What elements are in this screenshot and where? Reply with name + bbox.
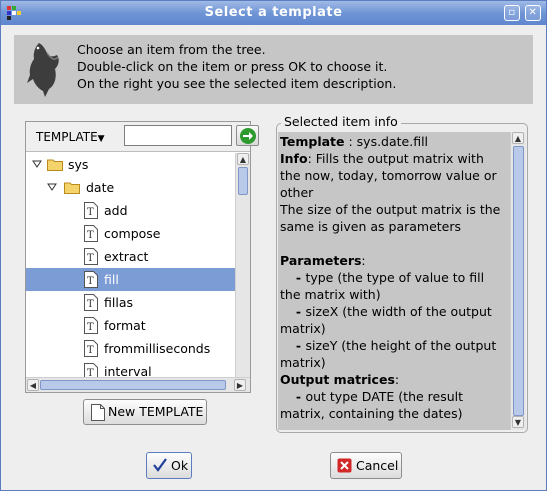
outputs-label: Output matrices: [280, 372, 395, 387]
scroll-thumb[interactable]: [238, 167, 248, 195]
template-tree: sys date T add T compose T extract T fil: [26, 153, 250, 378]
tree-item-label: add: [104, 203, 128, 218]
tree-item-frommilliseconds[interactable]: T frommilliseconds: [26, 337, 248, 360]
close-icon: ✕: [528, 7, 538, 18]
svg-text:T: T: [87, 322, 94, 333]
tree-item-compose[interactable]: T compose: [26, 222, 248, 245]
svg-text:T: T: [87, 230, 94, 241]
param-item: - type (the type of value to fill the ma…: [280, 270, 485, 302]
template-file-icon: T: [84, 202, 98, 219]
info-value: : Fills the output matrix with the now, …: [280, 151, 497, 200]
close-button[interactable]: ✕: [525, 5, 541, 21]
tree-item-fillas[interactable]: T fillas: [26, 291, 248, 314]
tree-item-label: sys: [68, 157, 89, 172]
window-title: Select a template: [204, 5, 343, 20]
instruction-line-3: On the right you see the selected item d…: [77, 76, 397, 91]
tree-vertical-scrollbar[interactable]: ▲: [235, 153, 250, 378]
scroll-down-icon[interactable]: ▼: [512, 416, 524, 428]
tree-item-format[interactable]: T format: [26, 314, 248, 337]
tree-item-add[interactable]: T add: [26, 199, 248, 222]
tree-toolbar: TEMPLATE▼: [26, 122, 259, 152]
expand-triangle-icon[interactable]: [32, 159, 42, 169]
tree-item-extract[interactable]: T extract: [26, 245, 248, 268]
param-item: - sizeY (the height of the output matrix…: [280, 338, 497, 370]
template-file-icon: T: [84, 248, 98, 265]
template-file-icon: T: [84, 294, 98, 311]
new-template-button[interactable]: New TEMPLATE: [83, 399, 207, 425]
bird-logo: [27, 43, 59, 97]
ok-button[interactable]: Ok: [146, 452, 192, 479]
ok-label: Ok: [171, 458, 189, 473]
template-type-dropdown[interactable]: TEMPLATE▼: [36, 127, 105, 147]
svg-text:T: T: [87, 345, 94, 356]
tree-item-label: format: [104, 318, 146, 333]
svg-text:T: T: [87, 276, 94, 287]
folder-icon: [47, 159, 63, 171]
size-note: The size of the output matrix is the sam…: [280, 202, 501, 234]
instruction-line-1: Choose an item from the tree.: [77, 42, 266, 57]
dialog-window: Select a template ▫ ✕ Choose an item fro…: [0, 0, 547, 491]
tree-item-sys[interactable]: sys: [26, 153, 248, 176]
new-template-label: New TEMPLATE: [108, 404, 204, 419]
template-file-icon: T: [84, 271, 98, 288]
tree-item-label: fillas: [104, 295, 133, 310]
cancel-button[interactable]: Cancel: [330, 452, 402, 479]
template-tree-panel: TEMPLATE▼ sys date T add T compose T ext…: [25, 121, 259, 393]
cancel-label: Cancel: [356, 458, 399, 473]
svg-text:T: T: [87, 299, 94, 310]
restore-icon: ▫: [508, 7, 516, 18]
svg-text:T: T: [87, 207, 94, 218]
tree-item-label: compose: [104, 226, 161, 241]
instructions-panel: Choose an item from the tree. Double-cli…: [14, 35, 533, 104]
tree-item-fill[interactable]: T fill: [26, 268, 248, 291]
go-button[interactable]: [236, 125, 259, 146]
tree-horizontal-scrollbar[interactable]: ◀ ▶: [26, 377, 250, 392]
instruction-line-2: Double-click on the item or press OK to …: [77, 59, 388, 74]
template-file-icon: T: [84, 340, 98, 357]
tree-item-date[interactable]: date: [26, 176, 248, 199]
dropdown-label: TEMPLATE: [36, 130, 98, 144]
arrow-right-icon: [240, 128, 256, 144]
restore-button[interactable]: ▫: [504, 5, 520, 21]
scroll-thumb[interactable]: [40, 380, 226, 390]
scroll-thumb[interactable]: [513, 146, 524, 416]
chevron-down-icon: ▼: [97, 134, 105, 144]
tree-item-label: extract: [104, 249, 149, 264]
new-document-icon: [91, 404, 105, 421]
output-item: - out type DATE (the result matrix, cont…: [280, 389, 464, 421]
scroll-right-icon[interactable]: ▶: [234, 379, 246, 391]
checkmark-icon: [153, 458, 167, 472]
info-group-legend: Selected item info: [281, 114, 401, 129]
template-file-icon: T: [84, 225, 98, 242]
template-value: : sys.date.fill: [344, 134, 429, 149]
parameters-label: Parameters: [280, 253, 362, 268]
info-label: Info: [280, 151, 308, 166]
tree-item-interval[interactable]: T interval: [26, 360, 248, 378]
folder-icon: [64, 182, 80, 194]
template-search-input[interactable]: [124, 125, 232, 146]
tree-item-label: fill: [104, 272, 119, 287]
scroll-up-icon[interactable]: ▲: [512, 132, 524, 144]
title-bar[interactable]: Select a template ▫ ✕: [1, 1, 546, 25]
template-label: Template: [280, 134, 345, 149]
template-file-icon: T: [84, 317, 98, 334]
param-item: - sizeX (the width of the output matrix): [280, 304, 492, 336]
tree-item-label: date: [86, 180, 115, 195]
svg-text:T: T: [87, 253, 94, 264]
template-file-icon: T: [84, 363, 98, 378]
info-vertical-scrollbar[interactable]: ▲ ▼: [510, 132, 526, 430]
scroll-left-icon[interactable]: ◀: [27, 379, 39, 391]
tree-item-label: frommilliseconds: [104, 341, 211, 356]
selected-item-description: Template : sys.date.fill Info: Fills the…: [278, 132, 510, 430]
tree-item-label: interval: [104, 364, 152, 378]
app-icon: [7, 6, 21, 20]
scroll-up-icon[interactable]: ▲: [237, 153, 249, 165]
expand-triangle-icon[interactable]: [47, 182, 57, 192]
cancel-icon: [337, 458, 352, 473]
